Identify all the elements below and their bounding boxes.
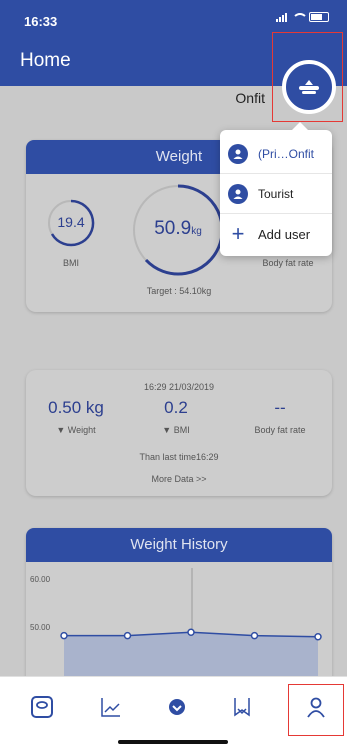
stat-bodyfat-label: Body fat rate bbox=[254, 425, 306, 435]
status-icons bbox=[276, 12, 329, 22]
wifi-icon bbox=[292, 12, 308, 22]
avatar-highlight-box bbox=[272, 32, 343, 122]
stat-bmi-label-row: ▼ BMI bbox=[126, 425, 226, 435]
weight-value-row: 50.9kg bbox=[130, 218, 226, 240]
weight-history-title: Weight History bbox=[26, 528, 332, 562]
signal-icon bbox=[276, 12, 287, 22]
popover-item-add-user[interactable]: + Add user bbox=[220, 214, 332, 254]
stats-timestamp: 16:29 21/03/2019 bbox=[143, 382, 215, 392]
bmi-label: BMI bbox=[62, 258, 79, 268]
home-indicator bbox=[118, 740, 228, 744]
stat-weight-label-row: ▼ Weight bbox=[26, 425, 126, 435]
stat-bmi-label: BMI bbox=[173, 425, 190, 435]
page-title: Home bbox=[20, 50, 71, 71]
y-tick-label: 50.00 bbox=[30, 623, 51, 632]
popover-item-tourist[interactable]: Tourist bbox=[220, 174, 332, 214]
tab-trend[interactable] bbox=[91, 687, 131, 727]
history-point bbox=[187, 628, 195, 637]
status-time: 16:33 bbox=[24, 14, 58, 29]
weight-gauge: 50.9kg bbox=[130, 182, 226, 278]
weight-value: 50.9 bbox=[154, 218, 192, 239]
stat-weight-value: 0.50 kg bbox=[48, 398, 104, 417]
trend-icon bbox=[101, 698, 120, 717]
stat-weight-label: Weight bbox=[67, 425, 96, 435]
bmi-gauge: 19.4 bbox=[46, 198, 96, 248]
popover-item-label: Tourist bbox=[258, 186, 294, 201]
down-arrow-icon: ▼ bbox=[56, 425, 66, 435]
tab-home[interactable] bbox=[157, 687, 197, 727]
user-icon bbox=[228, 183, 248, 204]
profile-tab-highlight-box bbox=[288, 684, 344, 736]
history-point bbox=[123, 631, 132, 640]
battery-icon bbox=[309, 12, 329, 22]
more-data-link[interactable]: More Data >> bbox=[26, 474, 332, 484]
weight-unit: kg bbox=[191, 226, 202, 237]
stat-bodyfat-value: -- bbox=[274, 398, 286, 417]
home-dot-icon bbox=[169, 699, 185, 715]
tab-body[interactable] bbox=[222, 687, 262, 727]
stats-card[interactable]: 16:29 21/03/2019 0.50 kg ▼ Weight 0.2 ▼ … bbox=[26, 370, 332, 496]
popover-item-primary-user[interactable]: (Pri…Onfit bbox=[220, 134, 332, 174]
user-icon bbox=[228, 143, 248, 164]
history-point bbox=[250, 631, 259, 640]
body-icon bbox=[234, 698, 250, 717]
down-arrow-icon: ▼ bbox=[162, 425, 172, 435]
y-tick-label: 60.00 bbox=[30, 575, 51, 584]
user-switch-popover: (Pri…Onfit Tourist + Add user bbox=[220, 122, 332, 256]
scale-icon bbox=[31, 696, 53, 718]
stat-bmi-value: 0.2 bbox=[164, 398, 188, 417]
profile-name: Onfit bbox=[235, 90, 265, 106]
weight-history-chart[interactable]: 60.00 50.00 bbox=[26, 562, 332, 676]
weight-history-svg: 60.00 50.00 bbox=[30, 568, 322, 676]
tab-scale[interactable] bbox=[22, 687, 62, 727]
than-last-time: Than last time16:29 bbox=[139, 452, 219, 462]
target-weight: Target : 54.10kg bbox=[146, 286, 212, 296]
weight-history-card[interactable]: Weight History 60.00 50.00 bbox=[26, 528, 332, 676]
popover-item-label: Add user bbox=[258, 226, 311, 242]
plus-icon: + bbox=[231, 221, 245, 246]
bodyfat-label: Body fat rate bbox=[262, 258, 314, 268]
bmi-value: 19.4 bbox=[57, 214, 85, 230]
history-point bbox=[314, 633, 322, 641]
history-area bbox=[64, 632, 318, 676]
popover-item-label: (Pri…Onfit bbox=[258, 146, 315, 161]
history-point bbox=[60, 631, 68, 640]
